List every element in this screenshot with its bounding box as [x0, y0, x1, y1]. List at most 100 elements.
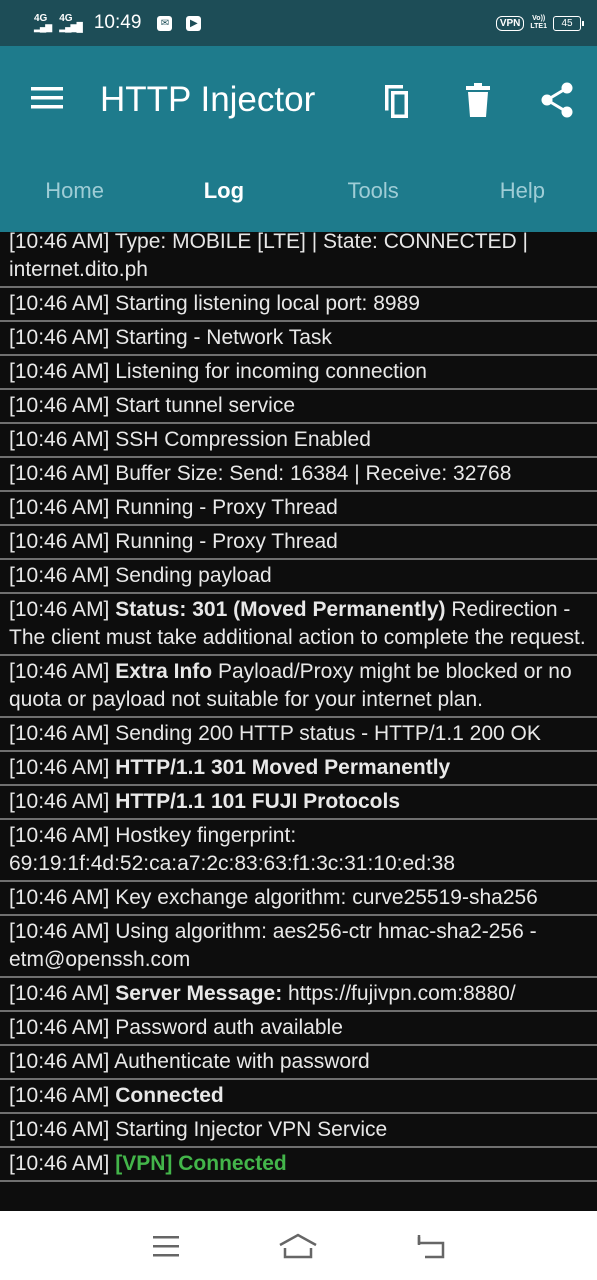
volte-bottom: LTE1: [530, 23, 547, 30]
recents-menu-icon[interactable]: [142, 1226, 190, 1266]
signal-indicator-2: 4G ▂▄▆█: [59, 14, 83, 32]
log-entry: [10:46 AM] Listening for incoming connec…: [0, 356, 597, 390]
log-entry: [10:46 AM] Key exchange algorithm: curve…: [0, 882, 597, 916]
log-message: Running - Proxy Thread: [115, 530, 338, 553]
log-message: Key exchange algorithm: curve25519-sha25…: [115, 886, 538, 909]
log-entry: [10:46 AM] Sending 200 HTTP status - HTT…: [0, 718, 597, 752]
toolbar: HTTP Injector: [0, 46, 597, 156]
status-right: VPN Vo)) LTE1 45: [495, 15, 584, 31]
log-message: SSH Compression Enabled: [115, 428, 371, 451]
log-entry: [10:46 AM] Using algorithm: aes256-ctr h…: [0, 916, 597, 978]
status-bar: 4G ▂▄▆ 4G ▂▄▆█ 10:49 ✉ ▶ VPN Vo)) LTE1 4…: [0, 0, 597, 46]
log-message: Buffer Size: Send: 16384 | Receive: 3276…: [115, 462, 512, 485]
volte-top: Vo)): [532, 15, 546, 22]
signal-bars-icon: ▂▄▆█: [59, 22, 83, 32]
log-timestamp: [10:46 AM]: [9, 1084, 110, 1107]
tab-tools[interactable]: Tools: [299, 156, 448, 232]
log-timestamp: [10:46 AM]: [9, 1118, 110, 1141]
log-timestamp: [10:46 AM]: [9, 1050, 110, 1073]
log-message: https://fujivpn.com:8880/: [288, 982, 516, 1005]
log-entry: [10:46 AM] Connected: [0, 1080, 597, 1114]
battery-icon: 45: [553, 15, 584, 31]
back-icon[interactable]: [407, 1226, 455, 1266]
log-timestamp: [10:46 AM]: [9, 1016, 110, 1039]
log-message: Sending payload: [115, 564, 272, 587]
log-message: Authenticate with password: [114, 1050, 370, 1073]
log-timestamp: [10:46 AM]: [9, 394, 110, 417]
home-icon[interactable]: [274, 1226, 322, 1266]
tab-help[interactable]: Help: [448, 156, 597, 232]
log-timestamp: [10:46 AM]: [9, 756, 110, 779]
mail-icon: ✉: [157, 15, 173, 31]
log-entry: [10:46 AM] Buffer Size: Send: 16384 | Re…: [0, 458, 597, 492]
log-entry: [10:46 AM] Sending payload: [0, 560, 597, 594]
log-timestamp: [10:46 AM]: [9, 920, 110, 943]
signal-indicator-1: 4G ▂▄▆: [34, 14, 52, 32]
log-entry: [10:46 AM] Running - Proxy Thread: [0, 492, 597, 526]
log-message: Start tunnel service: [115, 394, 296, 417]
vpn-badge: VPN: [495, 15, 525, 31]
log-entry: [10:46 AM] Status: 301 (Moved Permanentl…: [0, 594, 597, 656]
volte-indicator: Vo)) LTE1: [530, 15, 547, 31]
tab-home[interactable]: Home: [0, 156, 149, 232]
log-timestamp: [10:46 AM]: [9, 660, 110, 683]
log-message: Starting listening local port: 8989: [115, 292, 420, 315]
share-icon[interactable]: [537, 80, 577, 120]
copy-icon[interactable]: [376, 80, 416, 120]
log-timestamp: [10:46 AM]: [9, 824, 110, 847]
log-entry: [10:46 AM] SSH Compression Enabled: [0, 424, 597, 458]
log-entry: [10:46 AM] Type: MOBILE [LTE] | State: C…: [0, 232, 597, 288]
log-timestamp: [10:46 AM]: [9, 292, 110, 315]
log-timestamp: [10:46 AM]: [9, 530, 110, 553]
log-message: Listening for incoming connection: [115, 360, 427, 383]
log-message: Sending 200 HTTP status - HTTP/1.1 200 O…: [115, 722, 541, 745]
log-timestamp: [10:46 AM]: [9, 1152, 110, 1175]
log-bold-text: Server Message:: [115, 982, 283, 1005]
app-bar: HTTP Injector Home Log Tools Help: [0, 46, 597, 232]
system-nav-bar: [0, 1211, 597, 1280]
hamburger-menu-icon[interactable]: [28, 82, 66, 114]
log-timestamp: [10:46 AM]: [9, 326, 110, 349]
tab-bar: Home Log Tools Help: [0, 156, 597, 232]
log-entry: [10:46 AM] HTTP/1.1 101 FUJI Protocols: [0, 786, 597, 820]
log-message: Starting - Network Task: [115, 326, 332, 349]
log-entry: [10:46 AM] [VPN] Connected: [0, 1148, 597, 1182]
trash-icon[interactable]: [458, 80, 498, 120]
status-left: 4G ▂▄▆ 4G ▂▄▆█ 10:49 ✉ ▶: [34, 12, 496, 34]
youtube-icon: ▶: [186, 15, 202, 31]
log-entry: [10:46 AM] Authenticate with password: [0, 1046, 597, 1080]
log-entry: [10:46 AM] HTTP/1.1 301 Moved Permanentl…: [0, 752, 597, 786]
log-entry: [10:46 AM] Hostkey fingerprint: 69:19:1f…: [0, 820, 597, 882]
log-timestamp: [10:46 AM]: [9, 360, 110, 383]
log-status-connected: [VPN] Connected: [115, 1152, 287, 1175]
clock: 10:49: [93, 12, 142, 33]
log-entry: [10:46 AM] Starting Injector VPN Service: [0, 1114, 597, 1148]
log-bold-text: HTTP/1.1 301 Moved Permanently: [115, 756, 451, 779]
signal-bars-icon: ▂▄▆: [34, 22, 52, 32]
log-timestamp: [10:46 AM]: [9, 722, 110, 745]
log-message: Running - Proxy Thread: [115, 496, 338, 519]
log-message: Starting Injector VPN Service: [115, 1118, 388, 1141]
log-timestamp: [10:46 AM]: [9, 790, 110, 813]
log-timestamp: [10:46 AM]: [9, 496, 110, 519]
log-bold-text: Connected: [115, 1084, 224, 1107]
log-entry: [10:46 AM] Server Message: https://fujiv…: [0, 978, 597, 1012]
log-bold-text: Status: 301 (Moved Permanently): [115, 598, 446, 621]
log-timestamp: [10:46 AM]: [9, 428, 110, 451]
log-list[interactable]: [10:46 AM] Type: MOBILE [LTE] | State: C…: [0, 232, 597, 1211]
log-timestamp: [10:46 AM]: [9, 462, 110, 485]
log-timestamp: [10:46 AM]: [9, 564, 110, 587]
log-timestamp: [10:46 AM]: [9, 982, 110, 1005]
app-title: HTTP Injector: [100, 80, 316, 119]
log-timestamp: [10:46 AM]: [9, 232, 110, 253]
battery-level: 45: [561, 17, 573, 29]
log-bold-text: Extra Info: [115, 660, 213, 683]
log-entry: [10:46 AM] Starting - Network Task: [0, 322, 597, 356]
log-entry: [10:46 AM] Extra Info Payload/Proxy migh…: [0, 656, 597, 718]
log-message: Password auth available: [115, 1016, 343, 1039]
tab-log[interactable]: Log: [149, 156, 298, 232]
log-entry: [10:46 AM] Starting listening local port…: [0, 288, 597, 322]
log-bold-text: HTTP/1.1 101 FUJI Protocols: [115, 790, 401, 813]
log-timestamp: [10:46 AM]: [9, 598, 110, 621]
log-entry: [10:46 AM] Password auth available: [0, 1012, 597, 1046]
